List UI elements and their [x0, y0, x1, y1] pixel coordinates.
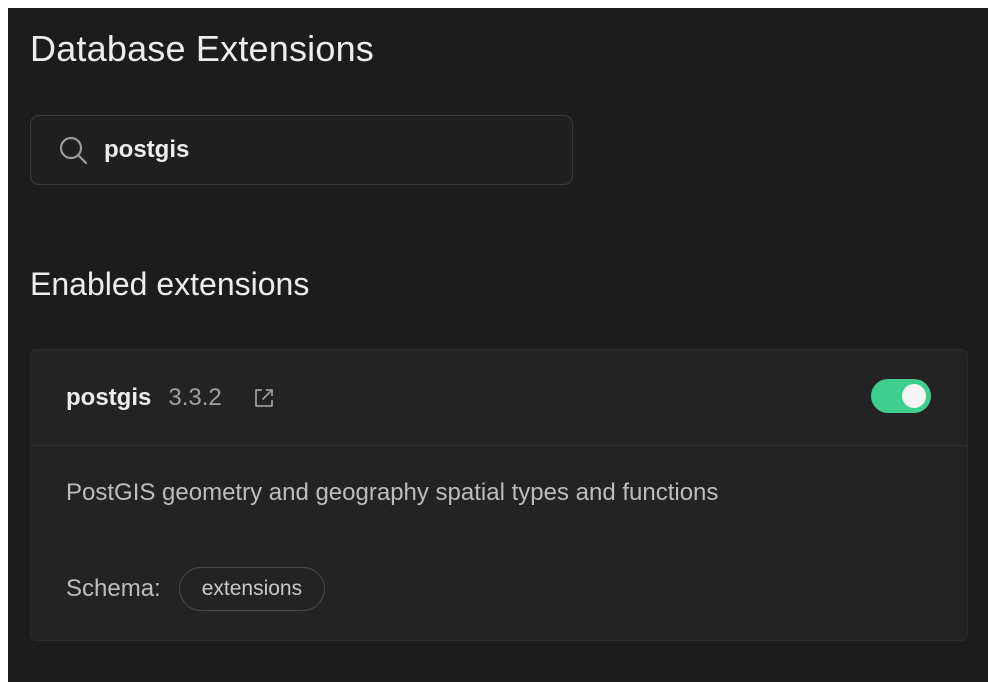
page-title: Database Extensions [30, 28, 375, 69]
extension-name: postgis [66, 383, 152, 411]
external-link-icon[interactable] [250, 384, 278, 412]
extension-card-postgis: postgis 3.3.2 PostGIS geometry and geogr… [30, 349, 968, 641]
section-title-enabled-extensions: Enabled extensions [30, 266, 310, 302]
schema-label: Schema: [66, 575, 161, 602]
extension-card-header: postgis 3.3.2 [31, 350, 967, 446]
extension-version: 3.3.2 [168, 383, 222, 411]
search-input[interactable] [104, 136, 572, 164]
toggle-knob [902, 384, 926, 408]
search-icon [56, 133, 90, 167]
search-box[interactable] [30, 115, 573, 185]
schema-badge: extensions [178, 567, 326, 611]
schema-row: Schema: extensions [66, 567, 326, 611]
extension-description: PostGIS geometry and geography spatial t… [66, 479, 719, 506]
extension-enabled-toggle[interactable] [871, 379, 931, 413]
extensions-panel: Database Extensions Enabled extensions p… [8, 8, 988, 682]
